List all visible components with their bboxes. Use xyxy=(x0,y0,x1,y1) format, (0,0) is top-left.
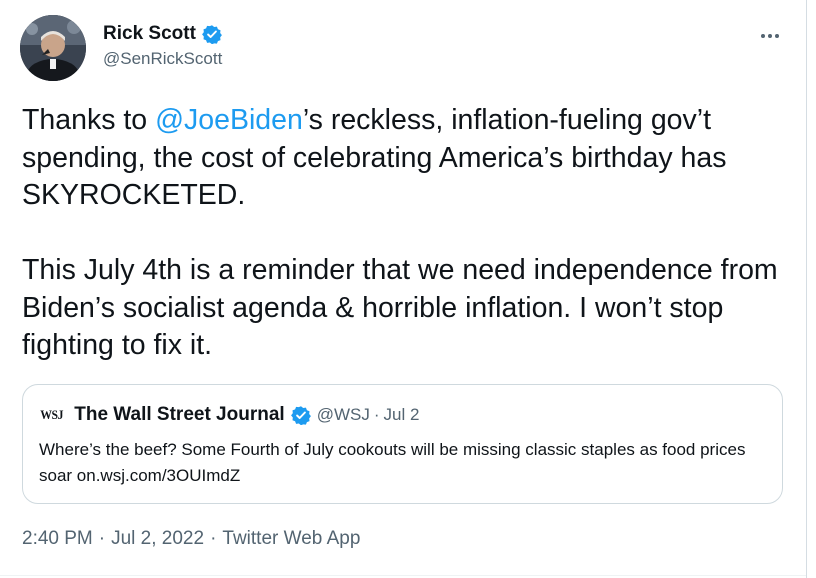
tweet-text: Thanks to @JoeBiden’s reckless, inflatio… xyxy=(22,102,797,365)
quoted-tweet-card[interactable]: WSJ The Wall Street Journal @WSJ · Jul 2… xyxy=(22,384,783,504)
quoted-tweet-link[interactable]: on.wsj.com/3OUImdZ xyxy=(77,466,240,485)
more-horizontal-icon-dot xyxy=(775,34,779,38)
more-options-button[interactable] xyxy=(756,26,784,46)
author-handle[interactable]: @SenRickScott xyxy=(103,49,222,69)
verified-badge-icon xyxy=(290,405,311,425)
tweet-paragraph-2: This July 4th is a reminder that we need… xyxy=(22,254,778,361)
verified-badge-icon xyxy=(202,24,222,44)
tweet-time[interactable]: 2:40 PM xyxy=(22,528,93,549)
quoted-author-handle[interactable]: @WSJ xyxy=(317,405,370,425)
tweet-text-segment: Thanks to xyxy=(22,104,156,136)
divider xyxy=(0,575,806,576)
avatar[interactable] xyxy=(20,15,86,81)
more-horizontal-icon xyxy=(761,34,765,38)
wsj-logo: WSJ xyxy=(40,407,63,422)
mention-link[interactable]: @JoeBiden xyxy=(155,104,303,136)
dot-separator: · xyxy=(373,405,380,424)
quoted-tweet-date[interactable]: Jul 2 xyxy=(384,405,420,425)
author-name[interactable]: Rick Scott xyxy=(103,23,196,45)
tweet-paragraph-1: Thanks to @JoeBiden’s reckless, inflatio… xyxy=(22,102,797,215)
tweet-date[interactable]: Jul 2, 2022 xyxy=(111,528,204,549)
dot-separator: · xyxy=(98,528,106,549)
more-horizontal-icon-dot xyxy=(768,34,772,38)
quoted-tweet-text: Where’s the beef? Some Fourth of July co… xyxy=(39,437,769,489)
author-name-row: Rick Scott xyxy=(103,22,222,46)
tweet-meta: 2:40 PM · Jul 2, 2022 · Twitter Web App xyxy=(22,528,360,550)
timeline-right-border xyxy=(806,0,807,578)
dot-separator: · xyxy=(210,528,217,549)
tweet-source[interactable]: Twitter Web App xyxy=(222,528,360,549)
quoted-author-name[interactable]: The Wall Street Journal xyxy=(74,404,284,426)
quoted-tweet-header: WSJ The Wall Street Journal @WSJ · Jul 2 xyxy=(39,403,419,427)
